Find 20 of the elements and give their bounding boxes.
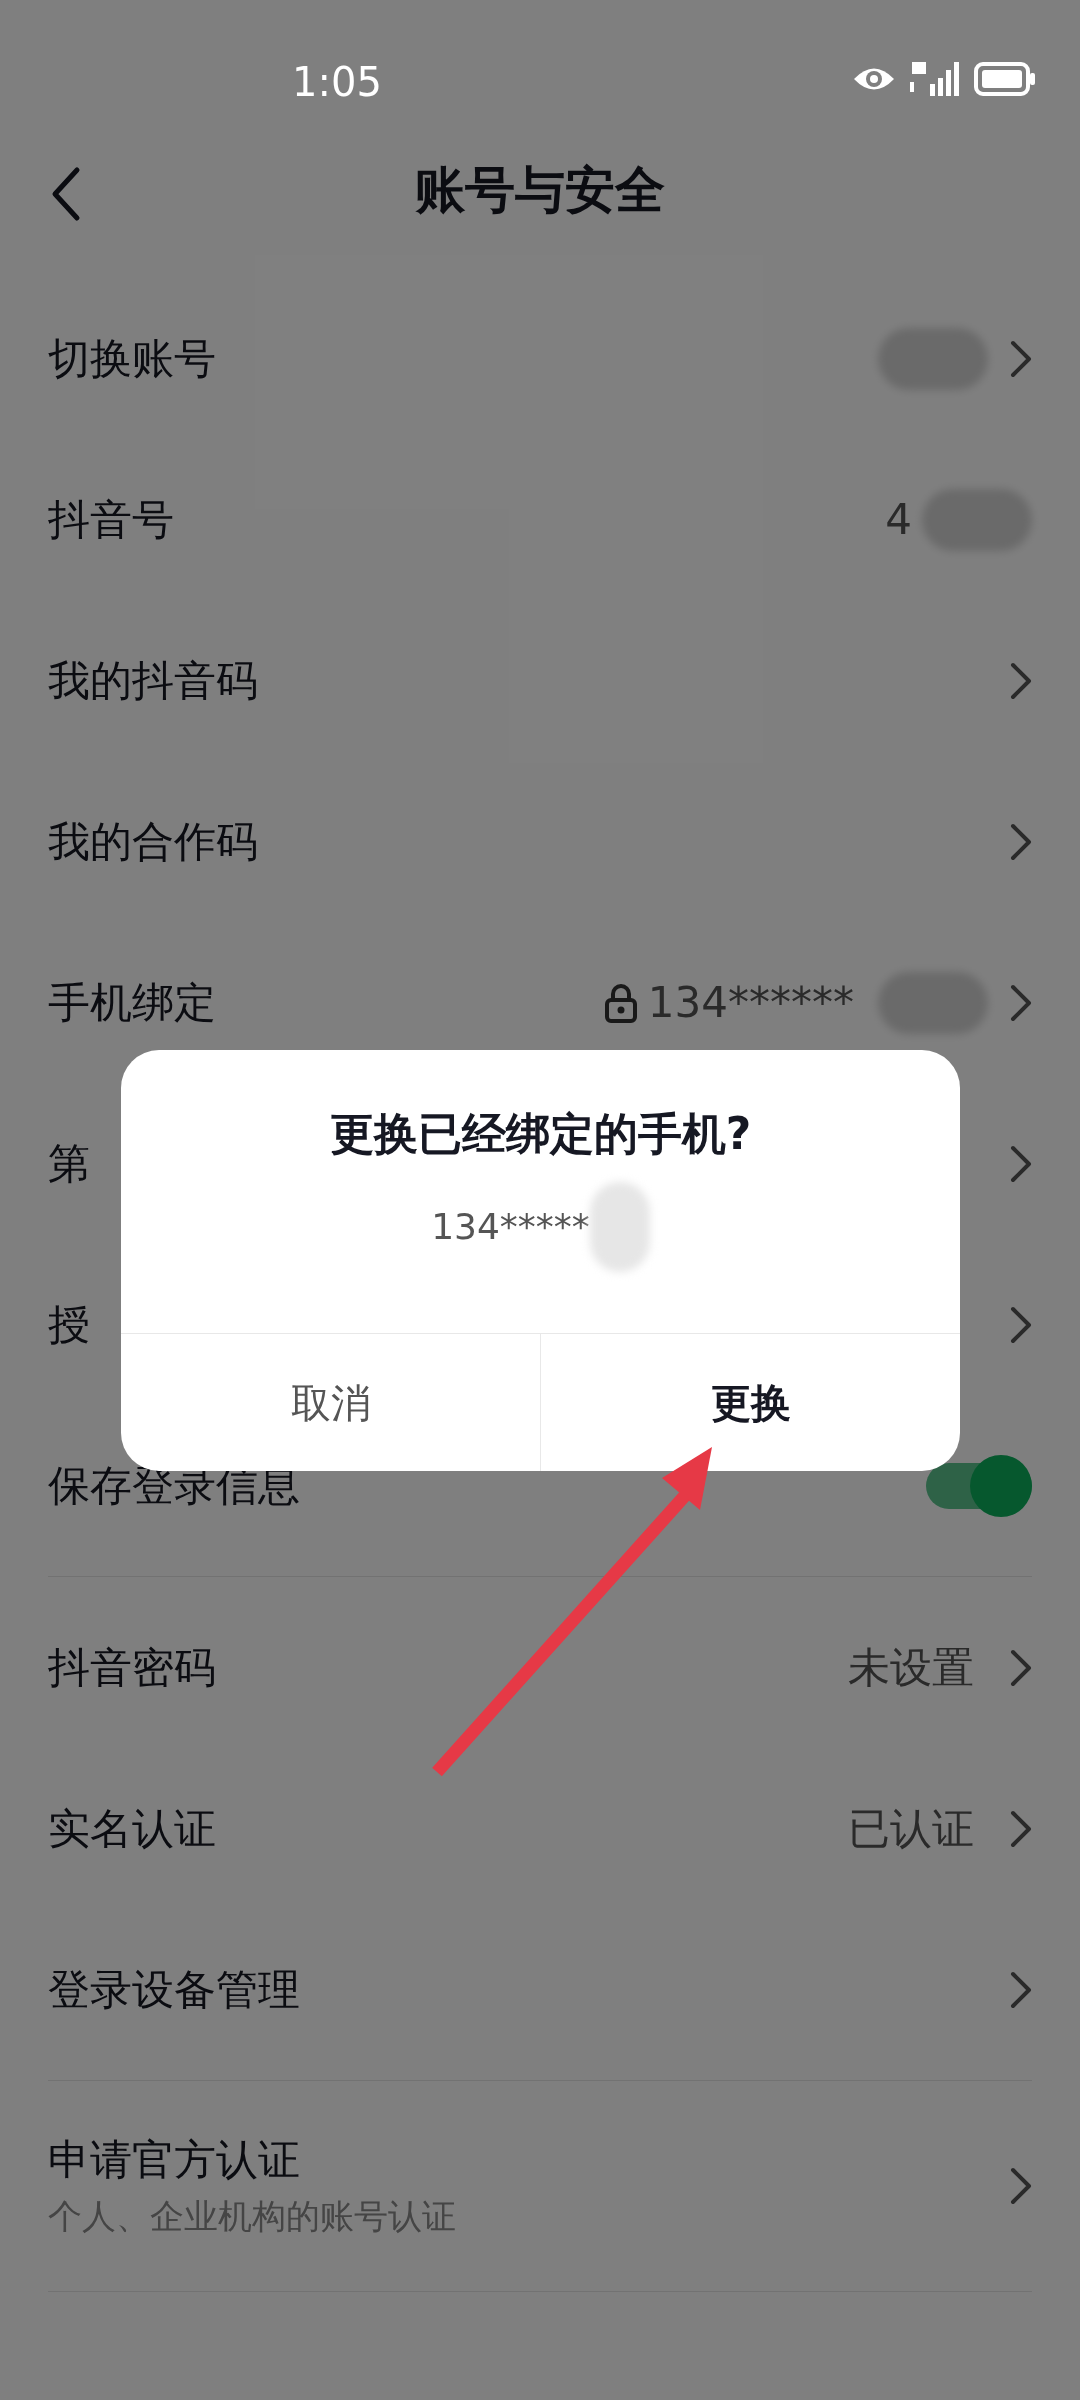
row-label: 登录设备管理: [48, 1968, 301, 2011]
status-time: 1:05: [292, 58, 382, 107]
row-value: 4: [885, 494, 912, 546]
row-label: 实名认证: [48, 1807, 217, 1850]
row-label: 我的合作码: [48, 820, 259, 863]
row-subtitle: 个人、企业机构的账号认证: [48, 2199, 457, 2233]
row-label: 手机绑定: [48, 981, 217, 1024]
page-title: 账号与安全: [415, 159, 665, 221]
dialog-phone: 134*****: [431, 1205, 590, 1249]
row-label: 切换账号: [48, 337, 217, 380]
row-value: 134******: [647, 977, 854, 1029]
row-label: 申请官方认证: [48, 2139, 301, 2181]
row-label: 授: [48, 1303, 91, 1346]
row-label: 第: [48, 1142, 91, 1185]
row-label: 抖音密码: [48, 1646, 217, 1689]
row-label: 我的抖音码: [48, 659, 259, 702]
dialog-title: 更换已经绑定的手机?: [329, 1112, 752, 1156]
row-value: 未设置: [848, 1642, 974, 1694]
row-label: 抖音号: [48, 498, 175, 541]
row-value: 已认证: [848, 1803, 974, 1855]
